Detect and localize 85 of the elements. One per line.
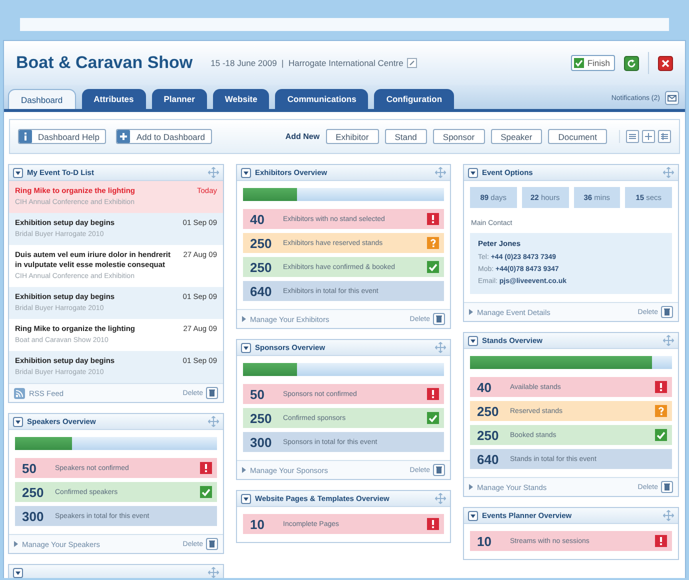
trash-button[interactable] xyxy=(661,481,673,493)
collapse-button[interactable] xyxy=(468,510,478,520)
add-new-label: Add New xyxy=(285,132,320,141)
stat-count: 250 xyxy=(477,428,500,442)
rss-icon xyxy=(14,388,25,398)
trash-button[interactable] xyxy=(206,538,218,550)
add-button[interactable]: Document xyxy=(548,129,607,144)
alert-icon xyxy=(427,388,439,400)
caret-icon xyxy=(242,467,246,473)
move-handle-icon[interactable] xyxy=(208,416,219,427)
add-button[interactable]: Sponsor xyxy=(432,129,485,144)
tab[interactable]: Attributes xyxy=(82,89,146,109)
trash-button[interactable] xyxy=(661,306,673,318)
collapse-button[interactable] xyxy=(241,168,251,178)
add-button[interactable]: Exhibitor xyxy=(326,129,379,144)
caret-icon xyxy=(14,541,18,547)
window-title: Boat & Caravan Show xyxy=(16,53,193,73)
stat-count: 10 xyxy=(477,534,492,548)
stat-count: 40 xyxy=(250,212,266,226)
stat-count: 50 xyxy=(22,460,38,476)
toolbar-button[interactable]: Dashboard Help xyxy=(18,129,106,144)
add-button[interactable]: Stand xyxy=(384,129,427,144)
collapse-button[interactable] xyxy=(241,342,251,352)
tab[interactable]: Configuration xyxy=(374,89,454,109)
stat-count: 250 xyxy=(477,404,500,418)
trash-button[interactable] xyxy=(433,313,445,325)
edit-icon[interactable] xyxy=(407,58,418,68)
collapse-button[interactable] xyxy=(13,168,23,178)
trash-button[interactable] xyxy=(206,387,218,399)
move-handle-icon[interactable] xyxy=(208,567,219,578)
trash-button[interactable] xyxy=(433,464,445,476)
toolbar-button[interactable]: Add to Dashboard xyxy=(116,129,212,144)
close-button[interactable] xyxy=(658,56,673,70)
stat-count: 250 xyxy=(250,410,273,426)
stat-count: 250 xyxy=(250,236,273,250)
collapse-button[interactable] xyxy=(13,416,23,426)
event-details: 15 -18 June 2009 | Harrogate International Centre xyxy=(210,58,404,68)
caret-icon xyxy=(469,484,473,490)
layout-icon[interactable] xyxy=(658,130,671,143)
finish-button[interactable]: Finish xyxy=(571,55,615,71)
check-icon xyxy=(574,58,584,68)
alert-icon xyxy=(427,518,439,530)
question-icon xyxy=(427,237,439,249)
plus-icon xyxy=(117,130,130,143)
stat-count: 640 xyxy=(477,452,500,466)
move-handle-icon[interactable] xyxy=(208,167,219,178)
check-icon xyxy=(655,429,667,441)
caret-icon xyxy=(469,309,473,315)
stat-count: 250 xyxy=(250,260,273,274)
collapse-button[interactable] xyxy=(468,168,478,178)
collapse-button[interactable] xyxy=(468,336,478,346)
tab[interactable]: Planner xyxy=(152,89,207,109)
tab[interactable]: Communications xyxy=(275,89,368,109)
refresh-button[interactable] xyxy=(624,56,639,70)
info-icon xyxy=(19,130,32,143)
mail-button[interactable] xyxy=(665,91,679,105)
alert-icon xyxy=(655,535,667,547)
check-icon xyxy=(427,261,439,273)
stat-count: 640 xyxy=(250,284,273,298)
collapse-button[interactable] xyxy=(13,568,23,578)
move-handle-icon[interactable] xyxy=(663,167,674,178)
move-handle-icon[interactable] xyxy=(435,493,446,504)
move-handle-icon[interactable] xyxy=(435,167,446,178)
caret-icon xyxy=(242,316,246,322)
stat-count: 300 xyxy=(22,508,45,524)
question-icon xyxy=(655,405,667,417)
move-handle-icon[interactable] xyxy=(435,342,446,353)
move-handle-icon[interactable] xyxy=(663,510,674,521)
stat-count: 10 xyxy=(250,516,266,532)
check-icon xyxy=(427,412,439,424)
move-handle-icon[interactable] xyxy=(663,335,674,346)
tab[interactable]: Dashboard xyxy=(8,89,76,109)
stat-count: 300 xyxy=(250,434,273,450)
add-button[interactable]: Speaker xyxy=(490,129,542,144)
stat-count: 40 xyxy=(477,380,492,394)
check-icon xyxy=(200,486,212,498)
tab[interactable]: Website xyxy=(212,89,270,109)
collapse-button[interactable] xyxy=(241,494,251,504)
layout-icon[interactable] xyxy=(642,130,655,143)
alert-icon xyxy=(200,462,212,474)
stat-count: 50 xyxy=(250,386,266,402)
stat-count: 250 xyxy=(22,484,45,500)
layout-icon[interactable] xyxy=(626,130,639,143)
alert-icon xyxy=(427,213,439,225)
alert-icon xyxy=(655,381,667,393)
